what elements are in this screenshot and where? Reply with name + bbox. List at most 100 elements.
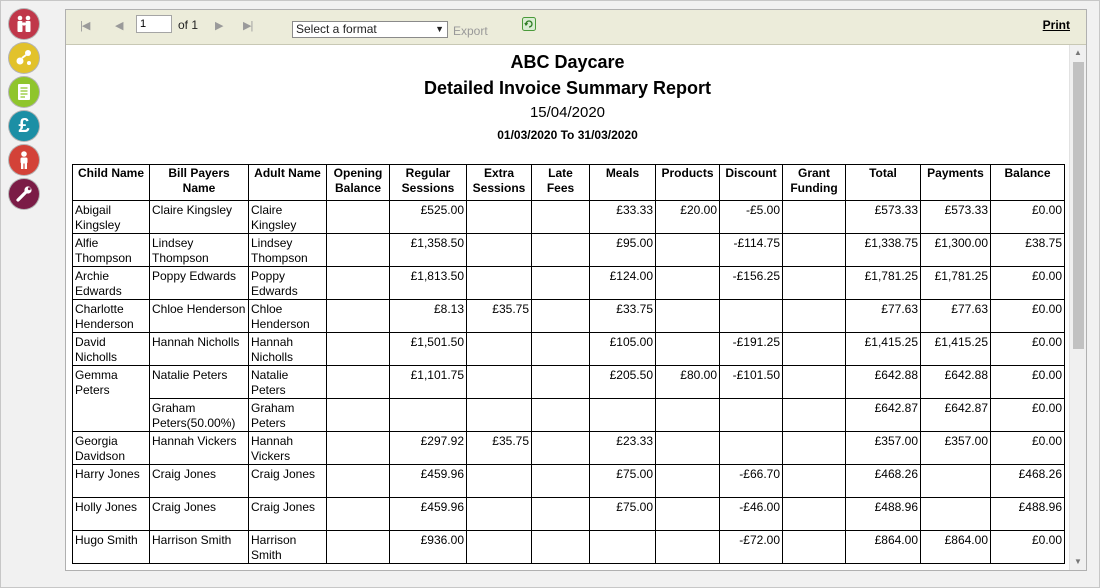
cell-late	[531, 530, 590, 564]
cell-regular: £1,101.75	[389, 365, 467, 399]
company-name: ABC Daycare	[510, 52, 625, 72]
cell-payments	[920, 497, 991, 531]
cell-balance: £0.00	[990, 200, 1065, 234]
cell-meals: £33.75	[589, 299, 656, 333]
cell-meals: £205.50	[589, 365, 656, 399]
export-format-select[interactable]: Select a format ▼	[292, 21, 448, 38]
cell-total: £77.63	[845, 299, 921, 333]
cell-extra	[466, 200, 532, 234]
table-row: Gemma Peters Natalie Peters Natalie Peters…	[72, 365, 1065, 432]
cell-regular: £1,358.50	[389, 233, 467, 267]
cell-regular: £8.13	[389, 299, 467, 333]
cell-grant	[782, 497, 846, 531]
cell-child: Georgia Davidson	[72, 431, 150, 465]
cell-late	[531, 398, 590, 432]
cell-extra	[466, 365, 532, 399]
cell-regular: £297.92	[389, 431, 467, 465]
cell-regular: £1,813.50	[389, 266, 467, 300]
cell-balance: £488.96	[990, 497, 1065, 531]
cell-discount: -£156.25	[719, 266, 783, 300]
report-date: 15/04/2020	[529, 104, 606, 121]
vertical-scrollbar[interactable]: ▲ ▼	[1069, 45, 1086, 570]
print-link[interactable]: Print	[1043, 18, 1070, 32]
tools-icon[interactable]	[9, 179, 39, 209]
pound-icon[interactable]: £	[9, 111, 39, 141]
cell-adult: Hannah Nicholls	[248, 332, 327, 366]
cell-adult: Natalie Peters	[248, 365, 327, 399]
report-viewer: |◀ ◀ of 1 ▶ ▶| Select a format ▼ Export …	[65, 9, 1087, 571]
cell-products	[655, 497, 720, 531]
pound-glyph: £	[18, 115, 30, 137]
cell-balance: £0.00	[990, 431, 1065, 465]
scroll-up-icon[interactable]: ▲	[1070, 45, 1086, 61]
previous-page-icon[interactable]: ◀	[115, 19, 124, 32]
cell-discount: -£191.25	[719, 332, 783, 366]
cell-meals: £23.33	[589, 431, 656, 465]
cell-total: £642.87	[845, 398, 921, 432]
cell-grant	[782, 398, 846, 432]
cell-meals: £75.00	[589, 464, 656, 498]
cell-total: £573.33	[845, 200, 921, 234]
report-page: ABC Daycare Detailed Invoice Summary Rep…	[66, 45, 1069, 570]
cell-discount: -£114.75	[719, 233, 783, 267]
cell-late	[531, 464, 590, 498]
cell-discount	[719, 299, 783, 333]
cell-regular: £459.96	[389, 464, 467, 498]
cell-child: Charlotte Henderson	[72, 299, 150, 333]
cell-late	[531, 365, 590, 399]
scrollbar-thumb[interactable]	[1073, 62, 1084, 349]
cell-payments: £1,415.25	[920, 332, 991, 366]
cell-opening	[326, 200, 390, 234]
refresh-icon[interactable]	[522, 17, 536, 31]
family-icon[interactable]	[9, 9, 39, 39]
cell-products: £80.00	[655, 365, 720, 399]
cell-child: Abigail Kingsley	[72, 200, 150, 234]
cell-child: Alfie Thompson	[72, 233, 150, 267]
cell-discount: -£72.00	[719, 530, 783, 564]
column-header: Bill Payers Name	[149, 164, 249, 201]
last-page-icon[interactable]: ▶|	[243, 19, 253, 32]
table-row: Graham Peters(50.00%) Graham Peters £642.8…	[73, 398, 1065, 432]
cell-late	[531, 431, 590, 465]
cell-products	[655, 233, 720, 267]
cell-total: £1,781.25	[845, 266, 921, 300]
invoice-summary-table: Child Name Bill Payers Name Adult Name O…	[72, 164, 1065, 564]
cell-adult: Poppy Edwards	[248, 266, 327, 300]
cell-payments: £642.87	[920, 398, 991, 432]
report-toolbar: |◀ ◀ of 1 ▶ ▶| Select a format ▼ Export …	[66, 10, 1086, 45]
cell-extra	[466, 497, 532, 531]
cell-child: Archie Edwards	[72, 266, 150, 300]
cell-adult: Harrison Smith	[248, 530, 327, 564]
first-page-icon[interactable]: |◀	[80, 19, 90, 32]
document-icon[interactable]	[9, 77, 39, 107]
cell-discount: -£101.50	[719, 365, 783, 399]
cell-adult: Claire Kingsley	[248, 200, 327, 234]
cell-grant	[782, 464, 846, 498]
cell-child: Hugo Smith	[72, 530, 150, 564]
column-header: Late Fees	[531, 164, 590, 201]
table-header-row: Child Name Bill Payers Name Adult Name O…	[72, 164, 1065, 201]
cell-child: Holly Jones	[72, 497, 150, 531]
cell-grant	[782, 233, 846, 267]
scroll-down-icon[interactable]: ▼	[1070, 554, 1086, 570]
cell-total: £357.00	[845, 431, 921, 465]
cell-balance: £0.00	[990, 530, 1065, 564]
org-chart-icon[interactable]	[9, 43, 39, 73]
cell-adult: Lindsey Thompson	[248, 233, 327, 267]
cell-payer: Harrison Smith	[149, 530, 249, 564]
next-page-icon[interactable]: ▶	[215, 19, 224, 32]
cell-opening	[326, 530, 390, 564]
cell-adult: Graham Peters	[248, 398, 327, 432]
page-number-input[interactable]	[136, 15, 172, 33]
cell-adult: Craig Jones	[248, 464, 327, 498]
cell-payments: £1,781.25	[920, 266, 991, 300]
child-icon[interactable]	[9, 145, 39, 175]
column-header: Balance	[990, 164, 1065, 201]
cell-payer: Natalie Peters	[149, 365, 249, 399]
cell-payments: £1,300.00	[920, 233, 991, 267]
table-body: Abigail Kingsley Claire Kingsley Claire Ki…	[72, 200, 1065, 564]
cell-extra	[466, 266, 532, 300]
cell-payer: Craig Jones	[149, 464, 249, 498]
export-link[interactable]: Export	[453, 24, 488, 38]
column-header: Regular Sessions	[389, 164, 467, 201]
